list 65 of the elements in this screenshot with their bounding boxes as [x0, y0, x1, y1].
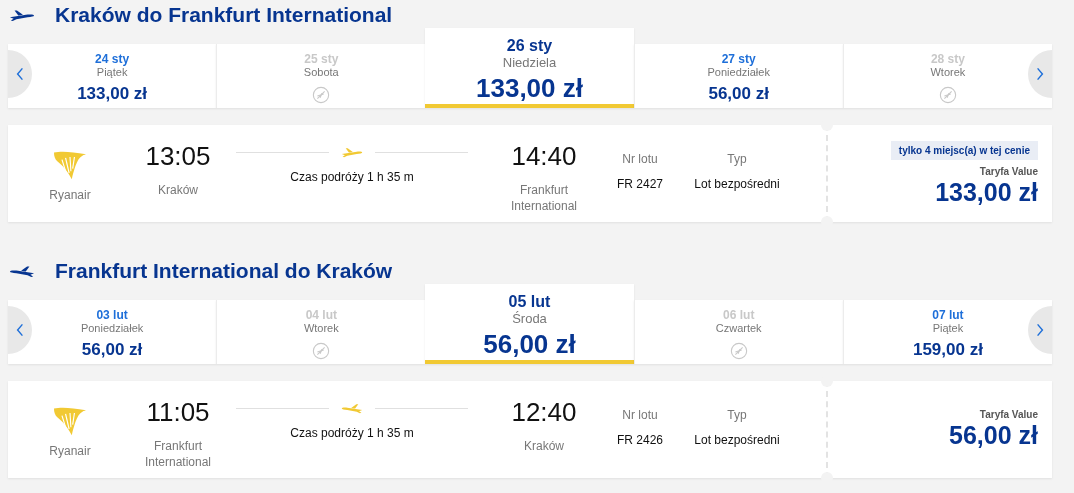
- weekday-label: Piątek: [932, 322, 964, 335]
- date-label: 03 lut: [96, 308, 128, 322]
- harp-icon: [52, 405, 88, 437]
- weekday-label: Poniedziałek: [80, 322, 144, 335]
- arrival-airport: Frankfurt International: [509, 182, 578, 214]
- weekday-label: Wtorek: [930, 66, 966, 79]
- date-label: 27 sty: [721, 52, 756, 66]
- flight-number-label: Nr lotu: [622, 151, 658, 167]
- flight-type-label: Typ: [727, 407, 747, 423]
- departure-airport: Kraków: [157, 182, 199, 198]
- date-label: 05 lut: [508, 292, 551, 311]
- plane-icon: [9, 264, 35, 278]
- price-label: 133,00 zł: [476, 73, 583, 104]
- fare-price: 133,00 zł: [935, 177, 1038, 207]
- departure-time: 13:05: [145, 140, 211, 173]
- chevron-left-icon: [16, 323, 24, 337]
- weekday-label: Sobota: [303, 66, 339, 79]
- price-label: 56,00 zł: [81, 340, 143, 360]
- plane-icon: [341, 403, 363, 414]
- departure-time: 11:05: [146, 396, 210, 429]
- travel-duration: Czas podróży 1 h 35 m: [290, 426, 414, 440]
- date-tab[interactable]: 03 lut Poniedziałek 56,00 zł: [8, 300, 217, 364]
- weekday-label: Niedziela: [502, 55, 557, 71]
- date-tab[interactable]: 05 lut Środa 56,00 zł: [425, 284, 634, 364]
- weekday-label: Poniedziałek: [707, 66, 770, 79]
- travel-duration: Czas podróży 1 h 35 m: [290, 170, 414, 184]
- price-label: 56,00 zł: [483, 329, 576, 360]
- route-title: Kraków do Frankfurt International: [55, 3, 393, 27]
- date-tab[interactable]: 24 sty Piątek 133,00 zł: [8, 44, 217, 108]
- date-label: 07 lut: [932, 308, 964, 322]
- weekday-label: Wtorek: [303, 322, 339, 335]
- flight-type: Lot bezpośredni: [694, 433, 780, 447]
- price-label: 56,00 zł: [708, 84, 769, 104]
- seats-badge: tylko 4 miejsc(a) w tej cenie: [890, 140, 1038, 160]
- flight-number: FR 2427: [617, 177, 663, 191]
- plane-icon: [341, 147, 363, 158]
- airline-name: Ryanair: [49, 443, 91, 459]
- fare-label: Taryfa Value: [979, 165, 1038, 177]
- departure-airport: Frankfurt International: [143, 438, 212, 470]
- price-label: 133,00 zł: [77, 84, 148, 104]
- price-label: 159,00 zł: [912, 340, 983, 360]
- date-tab[interactable]: 27 sty Poniedziałek 56,00 zł: [633, 44, 843, 108]
- fare-price: 56,00 zł: [949, 420, 1038, 450]
- flight-type: Lot bezpośredni: [694, 177, 780, 191]
- airline-name: Ryanair: [49, 187, 91, 203]
- arrival-time: 12:40: [511, 396, 577, 429]
- route-title: Frankfurt International do Kraków: [55, 259, 393, 283]
- chevron-right-icon: [1036, 67, 1044, 81]
- date-label: 26 sty: [506, 36, 553, 55]
- arrival-time: 14:40: [511, 140, 577, 173]
- date-tab[interactable]: 26 sty Niedziela 133,00 zł: [425, 28, 634, 108]
- arrival-airport: Kraków: [523, 438, 565, 454]
- weekday-label: Czwartek: [715, 322, 762, 335]
- fare-label: Taryfa Value: [979, 409, 1038, 420]
- date-label: 24 sty: [95, 52, 130, 66]
- chevron-right-icon: [1036, 323, 1044, 337]
- flight-number: FR 2426: [617, 433, 663, 447]
- weekday-label: Piątek: [96, 66, 128, 79]
- harp-icon: [52, 149, 88, 181]
- plane-icon: [9, 8, 35, 22]
- flight-type-label: Typ: [727, 151, 747, 167]
- flight-number-label: Nr lotu: [622, 407, 658, 423]
- weekday-label: Środa: [512, 311, 547, 327]
- chevron-left-icon: [16, 67, 24, 81]
- date-tab[interactable]: 07 lut Piątek 159,00 zł: [842, 300, 1052, 364]
